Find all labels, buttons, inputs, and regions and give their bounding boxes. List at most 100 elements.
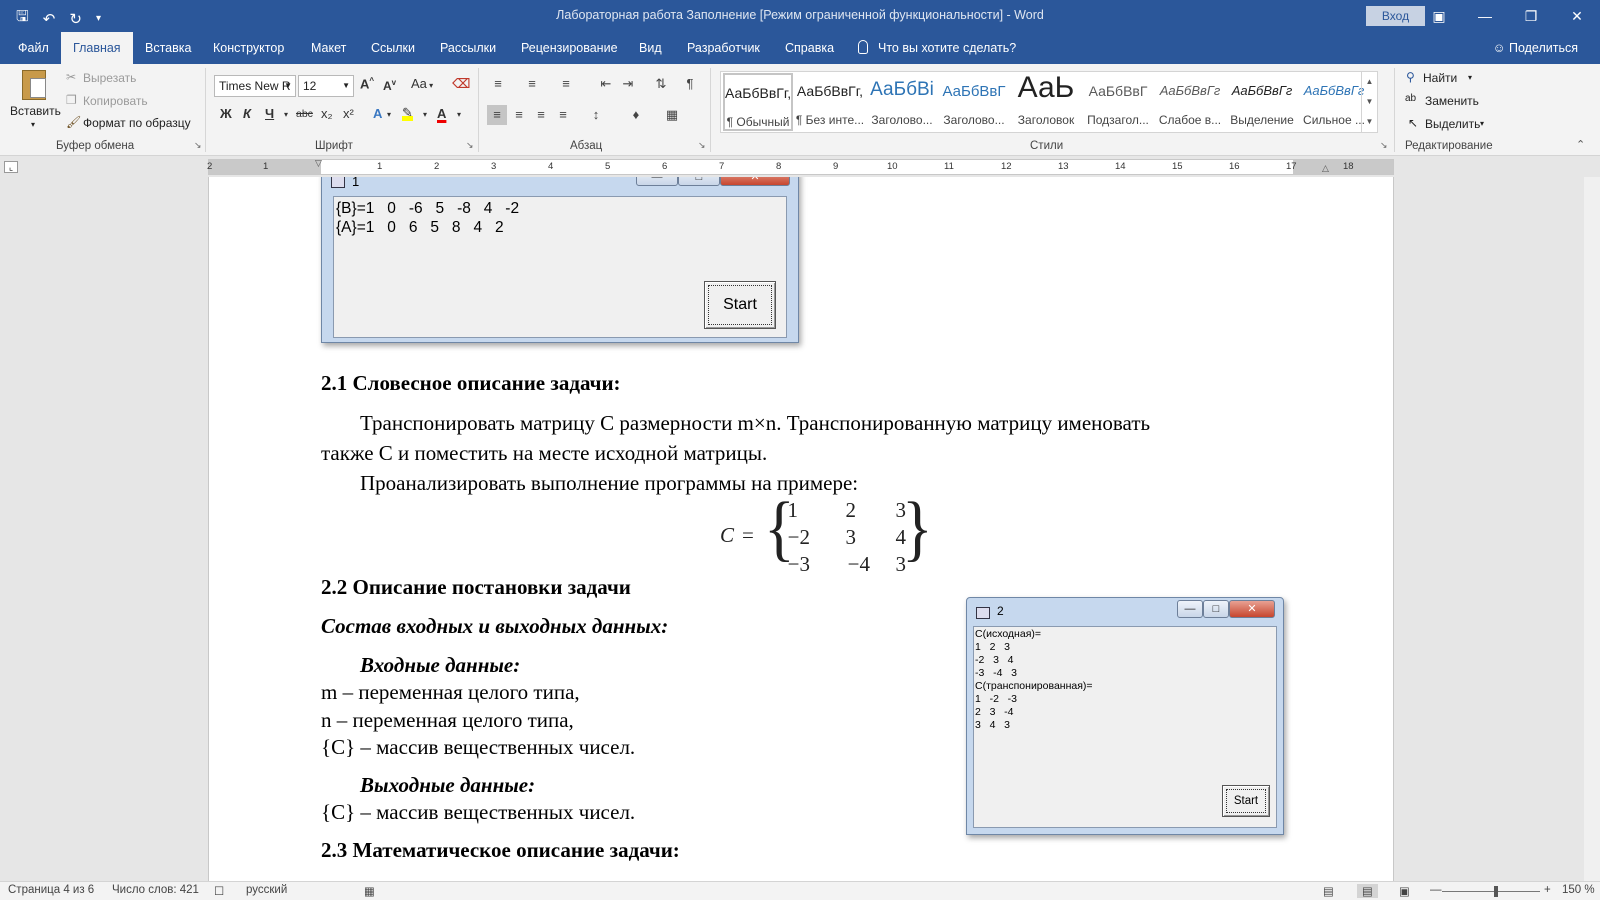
read-mode-icon[interactable]: ▤	[1323, 884, 1334, 898]
tab-help[interactable]: Справка	[783, 32, 836, 64]
zoom-slider[interactable]	[1442, 891, 1540, 892]
style-intense-emphasis[interactable]: АаБбВвГг Сильное ...	[1299, 73, 1369, 131]
window-1-close-button[interactable]: ✕	[720, 177, 790, 186]
tab-home[interactable]: Главная	[61, 32, 133, 64]
numbering-icon[interactable]: ≡	[522, 74, 542, 94]
justify-icon[interactable]: ≡	[553, 105, 573, 125]
vertical-scrollbar[interactable]	[1584, 177, 1600, 881]
tab-references[interactable]: Ссылки	[369, 32, 417, 64]
italic-button[interactable]: К	[243, 106, 251, 121]
strikethrough-button[interactable]: abc	[296, 108, 313, 120]
zoom-out-icon[interactable]: —	[1430, 884, 1442, 896]
tab-layout[interactable]: Макет	[309, 32, 348, 64]
word-count[interactable]: Число слов: 421	[112, 884, 199, 896]
show-marks-icon[interactable]: ¶	[680, 74, 700, 94]
right-indent-marker-icon[interactable]: △	[1322, 163, 1329, 174]
find-button[interactable]: Найти	[1423, 71, 1457, 85]
scroll-up-icon[interactable]: ▲	[1362, 72, 1377, 92]
restore-icon[interactable]: ❐	[1508, 0, 1554, 32]
clear-formatting-icon[interactable]: ⌫	[452, 76, 470, 92]
zoom-in-icon[interactable]: +	[1544, 884, 1551, 896]
close-icon[interactable]: ✕	[1554, 0, 1600, 32]
highlight-dropdown-icon[interactable]: ▾	[423, 110, 427, 119]
tab-selector[interactable]: ⌞	[4, 161, 18, 173]
bold-button[interactable]: Ж	[220, 106, 232, 121]
style-subtitle[interactable]: АаБбВвГ Подзагол...	[1083, 73, 1153, 131]
format-painter-button[interactable]: Формат по образцу	[83, 116, 191, 130]
select-button[interactable]: Выделить	[1425, 117, 1480, 131]
zoom-level[interactable]: 150 %	[1562, 884, 1595, 896]
language-indicator[interactable]: русский	[246, 884, 287, 896]
tab-mailings[interactable]: Рассылки	[438, 32, 498, 64]
tab-developer[interactable]: Разработчик	[685, 32, 762, 64]
change-case-button[interactable]: Aa ▾	[411, 76, 433, 91]
highlight-icon[interactable]: ✎	[402, 105, 413, 121]
bullets-icon[interactable]: ≡	[488, 74, 508, 94]
styles-launcher-icon[interactable]: ↘	[1380, 140, 1388, 151]
font-name-combo[interactable]: Times New R ▼	[214, 75, 296, 97]
replace-button[interactable]: Заменить	[1425, 94, 1479, 108]
font-color-icon[interactable]: A	[437, 106, 446, 121]
grow-font-icon[interactable]: A^	[360, 76, 374, 91]
underline-dropdown-icon[interactable]: ▾	[284, 110, 288, 119]
shading-icon[interactable]: ♦	[626, 105, 646, 125]
style-heading2[interactable]: АаБбВвГ Заголово...	[939, 73, 1009, 131]
align-center-icon[interactable]: ≡	[509, 105, 529, 125]
style-subtle-emphasis[interactable]: АаБбВвГг Слабое в...	[1155, 73, 1225, 131]
collapse-ribbon-icon[interactable]: ⌃	[1576, 138, 1585, 151]
minimize-icon[interactable]: —	[1462, 0, 1508, 32]
ribbon-display-icon[interactable]: ▣	[1416, 0, 1462, 32]
style-no-spacing[interactable]: АаБбВвГг, ¶ Без инте...	[795, 73, 865, 131]
font-size-combo[interactable]: 12 ▼	[298, 75, 354, 97]
styles-scroll[interactable]: ▲ ▼ ▼	[1361, 72, 1377, 132]
zoom-slider-thumb[interactable]	[1494, 886, 1498, 897]
tab-insert[interactable]: Вставка	[143, 32, 193, 64]
copy-button[interactable]: Копировать	[83, 94, 148, 108]
text-effects-dropdown-icon[interactable]: ▾	[387, 110, 391, 119]
paragraph-launcher-icon[interactable]: ↘	[698, 140, 706, 151]
increase-indent-icon[interactable]: ⇥	[618, 74, 638, 94]
scroll-down-icon[interactable]: ▼	[1362, 92, 1377, 112]
subscript-button[interactable]: x₂	[321, 106, 333, 121]
window-2-close-button[interactable]: ✕	[1229, 600, 1275, 618]
window-2-maximize-button[interactable]: □	[1203, 600, 1229, 618]
line-spacing-icon[interactable]: ↕	[586, 105, 606, 125]
window-1-minimize-button[interactable]: —	[636, 177, 678, 186]
shrink-font-icon[interactable]: Av	[383, 78, 396, 93]
window-2-minimize-button[interactable]: —	[1177, 600, 1203, 618]
text-effects-icon[interactable]: A	[373, 106, 382, 121]
window-2-start-button[interactable]: Start	[1222, 785, 1270, 817]
tab-design[interactable]: Конструктор	[211, 32, 286, 64]
font-color-dropdown-icon[interactable]: ▾	[457, 110, 461, 119]
tab-file[interactable]: Файл	[16, 32, 51, 64]
clipboard-icon[interactable]	[12, 68, 56, 104]
style-emphasis[interactable]: АаБбВвГг Выделение	[1227, 73, 1297, 131]
macro-recording-icon[interactable]: ▦	[364, 884, 375, 898]
page-indicator[interactable]: Страница 4 из 6	[8, 884, 94, 896]
select-dropdown-icon[interactable]: ▾	[1480, 119, 1484, 128]
style-title[interactable]: АаЬ Заголовок	[1011, 71, 1081, 131]
style-heading1[interactable]: АаБбВі Заголово...	[867, 73, 937, 131]
decrease-indent-icon[interactable]: ⇤	[596, 74, 616, 94]
paste-dropdown-icon[interactable]: ▾	[31, 120, 35, 129]
window-1-start-button[interactable]: Start	[704, 281, 776, 329]
window-1-maximize-button[interactable]: □	[678, 177, 720, 186]
web-layout-icon[interactable]: ▣	[1399, 884, 1410, 898]
tab-view[interactable]: Вид	[637, 32, 664, 64]
align-right-icon[interactable]: ≡	[531, 105, 551, 125]
font-launcher-icon[interactable]: ↘	[466, 140, 474, 151]
find-dropdown-icon[interactable]: ▾	[1468, 73, 1472, 82]
print-layout-icon[interactable]: ▤	[1357, 884, 1378, 898]
horizontal-ruler[interactable]: 2 1 1 2 3 4 5 6 7 8 9 10 11 12 13 14 15 …	[207, 158, 1394, 175]
proofing-icon[interactable]: ☐	[214, 884, 224, 898]
style-normal[interactable]: АаБбВвГг, ¶ Обычный	[723, 73, 793, 131]
cut-button[interactable]: Вырезать	[83, 71, 136, 85]
sort-icon[interactable]: ⇅	[651, 74, 671, 94]
share-button[interactable]: ☺ Поделиться	[1493, 32, 1578, 64]
tab-review[interactable]: Рецензирование	[519, 32, 620, 64]
borders-icon[interactable]: ▦	[662, 105, 682, 125]
paste-button[interactable]: Вставить	[10, 104, 61, 118]
tell-me-search[interactable]: Что вы хотите сделать?	[858, 32, 1016, 64]
multilevel-list-icon[interactable]: ≡	[556, 74, 576, 94]
more-styles-icon[interactable]: ▼	[1362, 112, 1377, 132]
